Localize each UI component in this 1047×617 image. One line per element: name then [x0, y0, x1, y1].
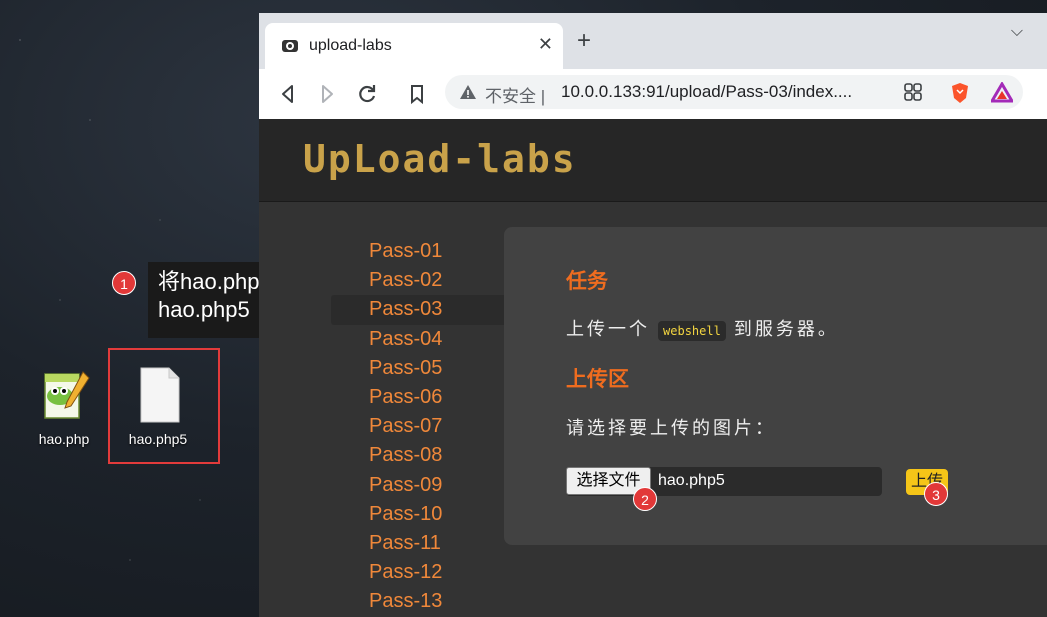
- favicon-icon: [282, 40, 298, 52]
- nav-item-pass-08[interactable]: Pass-08: [331, 441, 481, 470]
- nav-item-pass-06[interactable]: Pass-06: [331, 383, 481, 412]
- choose-image-label: 请选择要上传的图片：: [566, 418, 776, 438]
- notepad-plus-plus-icon: [44, 371, 90, 419]
- task-panel: 任务 上传一个 webshell 到服务器。 上传区 请选择要上传的图片： 选择…: [504, 227, 1047, 545]
- step-badge-1: 1: [112, 271, 136, 295]
- nav-item-pass-01[interactable]: Pass-01: [331, 237, 481, 266]
- browser-tab[interactable]: upload-labs ✕: [265, 23, 563, 69]
- upload-heading: 上传区: [566, 368, 629, 391]
- security-label: 不安全 |: [485, 87, 546, 106]
- address-bar[interactable]: 不安全 | 10.0.0.133:91/upload/Pass-03/index…: [445, 75, 1023, 109]
- nav-item-pass-02[interactable]: Pass-02: [331, 266, 481, 295]
- warning-icon[interactable]: [459, 83, 477, 101]
- nav-item-pass-11[interactable]: Pass-11: [331, 529, 481, 558]
- pass-navigation: Pass-01 Pass-02 Pass-03 Pass-04 Pass-05 Pass-…: [331, 237, 519, 617]
- tab-bar: upload-labs ✕ + ⌵: [259, 13, 1047, 69]
- desktop-icon-label: hao.php: [38, 431, 90, 447]
- file-input[interactable]: 选择文件 hao.php5: [566, 467, 882, 496]
- nav-item-pass-07[interactable]: Pass-07: [331, 412, 481, 441]
- back-icon[interactable]: [275, 81, 301, 107]
- browser-toolbar: 不安全 | 10.0.0.133:91/upload/Pass-03/index…: [259, 69, 1047, 120]
- url-text[interactable]: 10.0.0.133:91/upload/Pass-03/index....: [561, 82, 852, 102]
- brave-shield-icon[interactable]: [949, 82, 971, 104]
- browser-window: upload-labs ✕ + ⌵ 不安全 | 10.0.0.133:91/up…: [259, 13, 1047, 617]
- nav-item-pass-10[interactable]: Pass-10: [331, 500, 481, 529]
- chevron-down-icon[interactable]: ⌵: [1011, 23, 1023, 41]
- site-logo[interactable]: UpLoad-labs: [303, 137, 577, 181]
- bookmark-icon[interactable]: [404, 81, 430, 107]
- highlight-box: [108, 348, 220, 464]
- tab-title: upload-labs: [309, 37, 392, 54]
- nav-item-pass-03[interactable]: Pass-03: [331, 295, 519, 325]
- apps-icon[interactable]: [903, 82, 923, 102]
- brave-rewards-icon[interactable]: [991, 82, 1013, 104]
- reload-icon[interactable]: [354, 81, 380, 107]
- desktop-icon-hao-php[interactable]: hao.php: [26, 366, 102, 447]
- webshell-code: webshell: [658, 321, 726, 341]
- page-content: UpLoad-labs Pass-01 Pass-02 Pass-03 Pass-04…: [259, 119, 1047, 617]
- task-description: 上传一个 webshell 到服务器。: [566, 319, 839, 341]
- nav-item-pass-05[interactable]: Pass-05: [331, 354, 481, 383]
- nav-item-pass-09[interactable]: Pass-09: [331, 471, 481, 500]
- forward-icon[interactable]: [314, 81, 340, 107]
- page-header: UpLoad-labs: [259, 119, 1047, 202]
- task-heading: 任务: [566, 270, 608, 293]
- step-badge-3: 3: [924, 482, 948, 506]
- nav-item-pass-12[interactable]: Pass-12: [331, 558, 481, 587]
- nav-item-pass-04[interactable]: Pass-04: [331, 325, 481, 354]
- chosen-file-name: hao.php5: [658, 472, 725, 489]
- new-tab-icon[interactable]: +: [577, 27, 591, 55]
- close-tab-icon[interactable]: ✕: [538, 34, 553, 55]
- step-badge-2: 2: [633, 487, 657, 511]
- nav-item-pass-13[interactable]: Pass-13: [331, 587, 481, 616]
